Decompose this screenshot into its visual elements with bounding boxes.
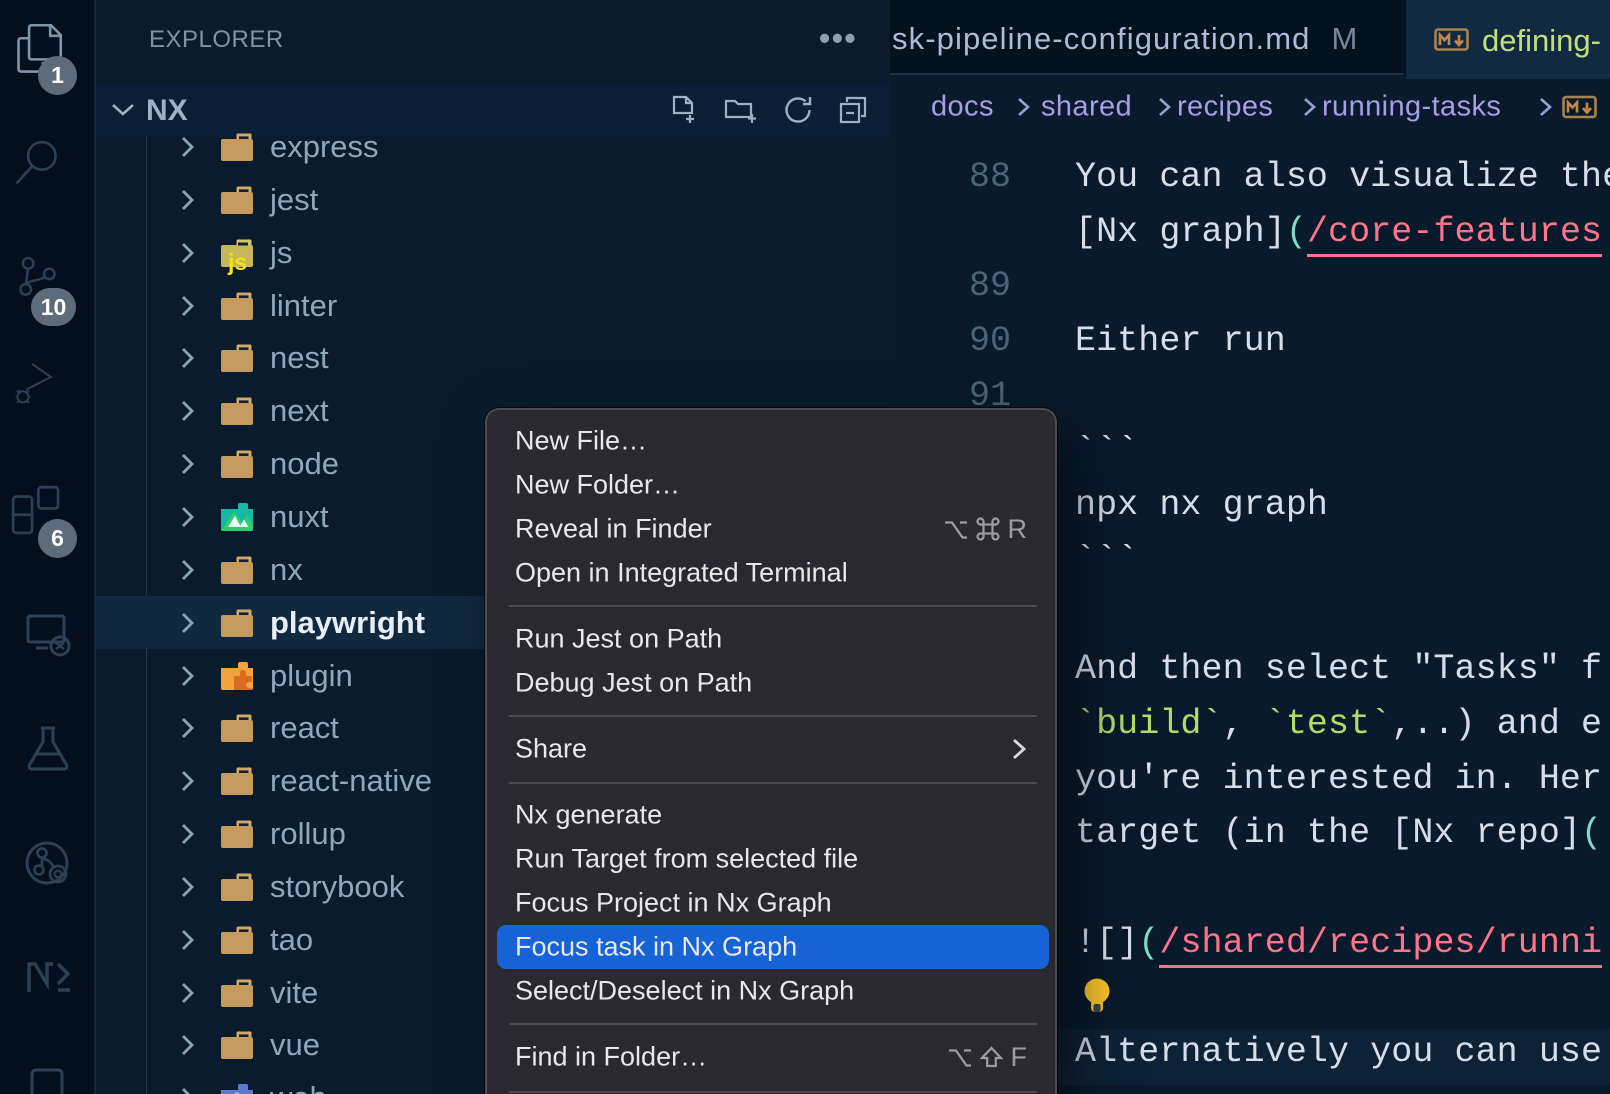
svg-text:js: js — [227, 249, 247, 275]
